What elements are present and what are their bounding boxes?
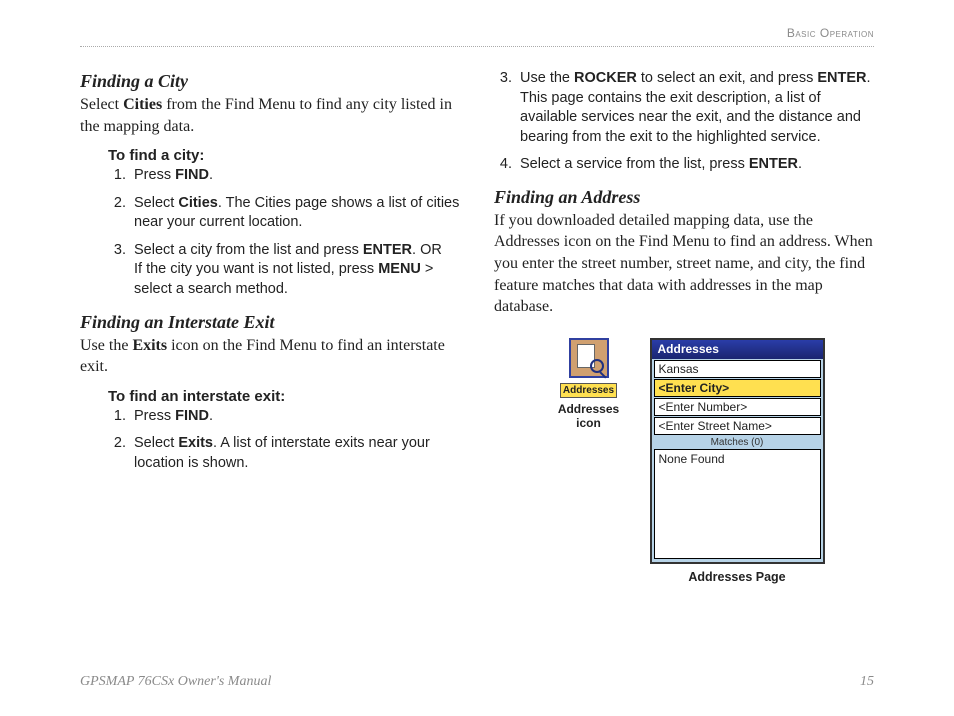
text: Select [134,195,178,211]
device-row-city: <Enter City> [654,379,821,397]
section-interstate-intro: Use the Exits icon on the Find Menu to f… [80,335,460,378]
list-item: Use the ROCKER to select an exit, and pr… [516,69,874,147]
key-enter: ENTER [363,242,412,258]
section-address-title: Finding an Address [494,187,874,208]
howto-find-exit: To find an interstate exit: [108,388,460,405]
steps-find-exit-cont: Use the ROCKER to select an exit, and pr… [494,69,874,175]
list-item: Select a city from the list and press EN… [130,241,460,300]
list-item: Press FIND. [130,407,460,427]
section-finding-city-intro: Select Cities from the Find Menu to find… [80,94,460,137]
footer-page-number: 15 [860,674,874,690]
text: Select [80,96,123,113]
footer-title: GPSMAP 76CSx Owner's Manual [80,674,271,690]
running-header: Basic Operation [80,26,874,40]
text: . [209,167,213,183]
bold-cities: Cities [123,96,162,113]
figure-addresses: Addresses Addresses icon Addresses Kansa… [494,338,874,584]
device-result-none: None Found [659,452,816,466]
howto-find-city: To find a city: [108,147,460,164]
text: If the city you want is not listed, pres… [134,261,378,277]
text: Use the [80,337,132,354]
text: Use the [520,70,574,86]
device-matches: Matches (0) [652,436,823,449]
right-column: Use the ROCKER to select an exit, and pr… [494,65,874,584]
magnifier-icon [590,359,604,373]
key-find: FIND [175,408,209,424]
list-item: Press FIND. [130,166,460,186]
text: . [798,156,802,172]
device-titlebar: Addresses [652,340,823,359]
device-results-list: None Found [654,449,821,559]
text: Addresses [558,402,619,416]
option-exits: Exits [132,337,167,354]
text: Select a service from the list, press [520,156,749,172]
text: Press [134,167,175,183]
steps-find-exit: Press FIND. Select Exits. A list of inte… [108,407,460,474]
device-row-number: <Enter Number> [654,398,821,416]
key-find: FIND [175,167,209,183]
text: icon [576,416,601,430]
key-enter: ENTER [817,70,866,86]
text: Select [134,435,178,451]
icon-label: Addresses [560,383,617,398]
list-item: Select Exits. A list of interstate exits… [130,434,460,473]
key-rocker: ROCKER [574,70,637,86]
key-enter: ENTER [749,156,798,172]
device-caption: Addresses Page [650,570,825,584]
option-cities: Cities [178,195,218,211]
divider [80,46,874,47]
device-row-region: Kansas [654,360,821,378]
section-finding-city-title: Finding a City [80,71,460,92]
page-footer: GPSMAP 76CSx Owner's Manual 15 [80,674,874,690]
addresses-page-block: Addresses Kansas <Enter City> <Enter Num… [650,338,825,584]
list-item: Select a service from the list, press EN… [516,155,874,175]
text: to select an exit, and press [637,70,818,86]
left-column: Finding a City Select Cities from the Fi… [80,65,460,584]
text: Press [134,408,175,424]
text: . [209,408,213,424]
list-item: Select Cities. The Cities page shows a l… [130,194,460,233]
addresses-icon-block: Addresses Addresses icon [544,338,634,431]
text: Select a city from the list and press [134,242,363,258]
device-row-street: <Enter Street Name> [654,417,821,435]
section-address-intro: If you downloaded detailed mapping data,… [494,210,874,318]
section-interstate-title: Finding an Interstate Exit [80,312,460,333]
device-screenshot: Addresses Kansas <Enter City> <Enter Num… [650,338,825,564]
key-menu: MENU [378,261,421,277]
icon-caption: Addresses icon [544,402,634,431]
option-exits: Exits [178,435,213,451]
steps-find-city: Press FIND. Select Cities. The Cities pa… [108,166,460,299]
text: . OR [412,242,442,258]
addresses-icon [569,338,609,378]
